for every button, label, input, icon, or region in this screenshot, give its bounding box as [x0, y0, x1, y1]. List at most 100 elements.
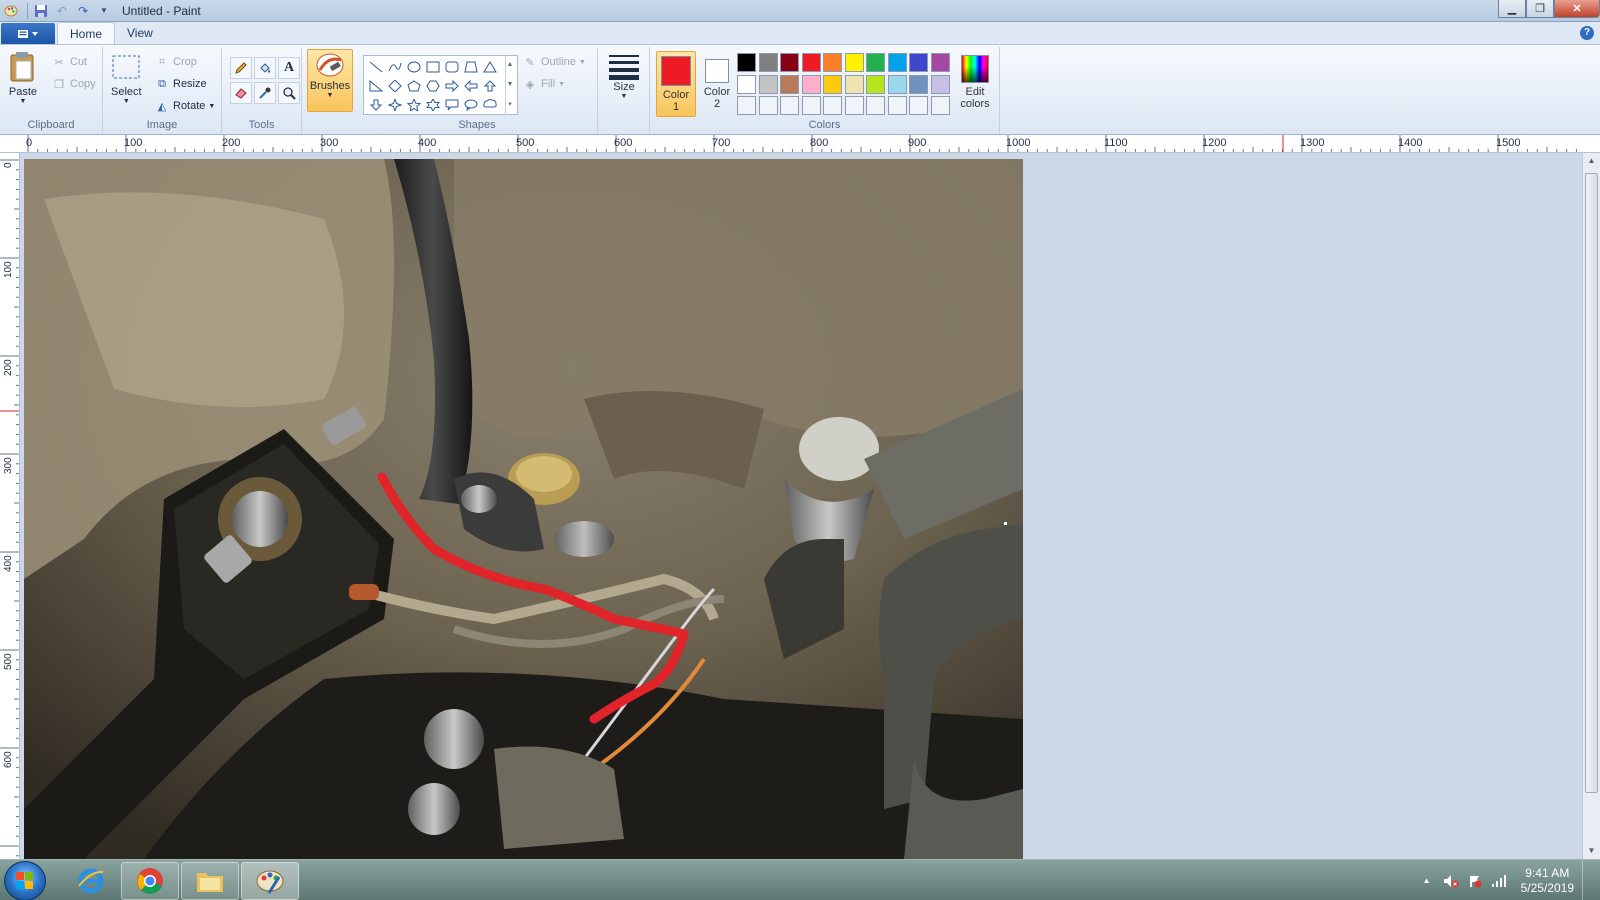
select-button[interactable]: Select ▼: [111, 51, 142, 105]
down-arrow-shape-icon[interactable]: [366, 95, 385, 114]
edit-colors-button[interactable]: Edit colors: [955, 51, 995, 114]
color-picker-icon[interactable]: [254, 82, 276, 104]
crop-button[interactable]: ⌗ Crop: [155, 53, 197, 71]
palette-color-swatch[interactable]: [737, 74, 756, 94]
clock[interactable]: 9:41 AM 5/25/2019: [1521, 866, 1574, 896]
magnifier-icon[interactable]: [278, 82, 300, 104]
save-icon[interactable]: [32, 2, 50, 20]
scrollbar-thumb[interactable]: [1585, 173, 1598, 793]
palette-color-swatch[interactable]: [801, 53, 821, 72]
palette-color-swatch[interactable]: [823, 96, 842, 115]
hexagon-shape-icon[interactable]: [423, 76, 442, 95]
show-hidden-icons-icon[interactable]: ▲: [1419, 873, 1435, 889]
right-triangle-shape-icon[interactable]: [366, 76, 385, 95]
select-dropdown-icon[interactable]: ▼: [123, 98, 130, 105]
palette-color-swatch[interactable]: [801, 96, 821, 115]
drawing-canvas[interactable]: [24, 159, 1023, 859]
action-center-icon[interactable]: [1467, 873, 1483, 889]
customize-qat-icon[interactable]: ▼: [95, 2, 113, 20]
scroll-up-icon[interactable]: ▲: [1583, 153, 1600, 169]
palette-color-swatch[interactable]: [844, 53, 864, 72]
file-menu-button[interactable]: [1, 23, 55, 44]
maximize-button[interactable]: ❐: [1526, 0, 1554, 18]
rounded-rectangle-shape-icon[interactable]: [442, 57, 461, 76]
palette-color-swatch[interactable]: [909, 74, 928, 94]
size-button[interactable]: Size ▼: [604, 51, 644, 114]
palette-color-swatch[interactable]: [780, 96, 799, 115]
rounded-callout-shape-icon[interactable]: [442, 95, 461, 114]
vertical-scrollbar[interactable]: ▲ ▼: [1582, 153, 1600, 859]
palette-color-swatch[interactable]: [866, 96, 885, 115]
oval-callout-shape-icon[interactable]: [461, 95, 480, 114]
left-arrow-shape-icon[interactable]: [461, 76, 480, 95]
network-signal-icon[interactable]: [1491, 873, 1507, 889]
palette-color-swatch[interactable]: [866, 53, 885, 72]
oval-shape-icon[interactable]: [404, 57, 423, 76]
palette-color-swatch[interactable]: [737, 53, 756, 72]
diamond-shape-icon[interactable]: [385, 76, 404, 95]
resize-button[interactable]: ⧉ Resize: [155, 75, 207, 93]
line-shape-icon[interactable]: [366, 57, 385, 76]
show-desktop-button[interactable]: [1582, 860, 1592, 900]
canvas-resize-handle[interactable]: [1003, 521, 1008, 526]
tab-home[interactable]: Home: [57, 22, 116, 44]
palette-color-swatch[interactable]: [909, 53, 928, 72]
paint-app-icon[interactable]: [2, 2, 20, 20]
six-point-star-shape-icon[interactable]: [423, 95, 442, 114]
triangle-shape-icon[interactable]: [480, 57, 499, 76]
palette-color-swatch[interactable]: [780, 74, 799, 94]
copy-button[interactable]: ❐ Copy: [52, 75, 96, 93]
help-icon[interactable]: ?: [1580, 26, 1594, 40]
pencil-icon[interactable]: [230, 57, 252, 79]
up-arrow-shape-icon[interactable]: [480, 76, 499, 95]
rotate-button[interactable]: ◭ Rotate ▼: [155, 97, 216, 115]
cloud-callout-shape-icon[interactable]: [480, 95, 499, 114]
palette-color-swatch[interactable]: [930, 53, 950, 72]
palette-color-swatch[interactable]: [844, 74, 864, 94]
right-arrow-shape-icon[interactable]: [442, 76, 461, 95]
fill-icon[interactable]: [254, 57, 276, 79]
brushes-button[interactable]: Brushes ▼: [307, 49, 353, 112]
taskbar-paint[interactable]: [241, 862, 299, 900]
start-button[interactable]: [4, 861, 46, 900]
taskbar-file-explorer[interactable]: [181, 862, 239, 900]
palette-color-swatch[interactable]: [930, 74, 950, 94]
taskbar-internet-explorer[interactable]: [62, 862, 120, 900]
palette-color-swatch[interactable]: [823, 53, 842, 72]
scroll-down-icon[interactable]: ▼: [1583, 843, 1600, 859]
taskbar-chrome[interactable]: [121, 862, 179, 900]
palette-color-swatch[interactable]: [844, 96, 864, 115]
palette-color-swatch[interactable]: [758, 96, 778, 115]
palette-color-swatch[interactable]: [758, 74, 778, 94]
fill-button[interactable]: ◈ Fill ▼: [523, 75, 565, 93]
tab-view[interactable]: View: [115, 22, 165, 44]
volume-muted-icon[interactable]: [1443, 873, 1459, 889]
palette-color-swatch[interactable]: [887, 53, 907, 72]
palette-color-swatch[interactable]: [737, 96, 756, 115]
close-button[interactable]: ✕: [1554, 0, 1600, 18]
palette-color-swatch[interactable]: [866, 74, 885, 94]
outline-button[interactable]: ✎ Outline ▼: [523, 53, 585, 71]
paste-dropdown-icon[interactable]: ▼: [20, 98, 27, 105]
palette-color-swatch[interactable]: [823, 74, 842, 94]
undo-icon[interactable]: ↶: [53, 2, 71, 20]
text-icon[interactable]: A: [278, 57, 300, 79]
polygon-shape-icon[interactable]: [461, 57, 480, 76]
shapes-scroll[interactable]: ▲ ▼ ▾: [505, 55, 514, 115]
minimize-button[interactable]: ▁: [1498, 0, 1526, 18]
palette-color-swatch[interactable]: [887, 96, 907, 115]
curve-shape-icon[interactable]: [385, 57, 404, 76]
palette-color-swatch[interactable]: [909, 96, 928, 115]
palette-color-swatch[interactable]: [780, 53, 799, 72]
cut-button[interactable]: ✂ Cut: [52, 53, 87, 71]
rectangle-shape-icon[interactable]: [423, 57, 442, 76]
color2-button[interactable]: Color 2: [697, 51, 737, 117]
palette-color-swatch[interactable]: [758, 53, 778, 72]
four-point-star-shape-icon[interactable]: [385, 95, 404, 114]
paste-button[interactable]: Paste ▼: [8, 51, 38, 105]
rotate-dropdown-icon[interactable]: ▼: [208, 103, 215, 110]
five-point-star-shape-icon[interactable]: [404, 95, 423, 114]
redo-icon[interactable]: ↷: [74, 2, 92, 20]
pentagon-shape-icon[interactable]: [404, 76, 423, 95]
palette-color-swatch[interactable]: [801, 74, 821, 94]
